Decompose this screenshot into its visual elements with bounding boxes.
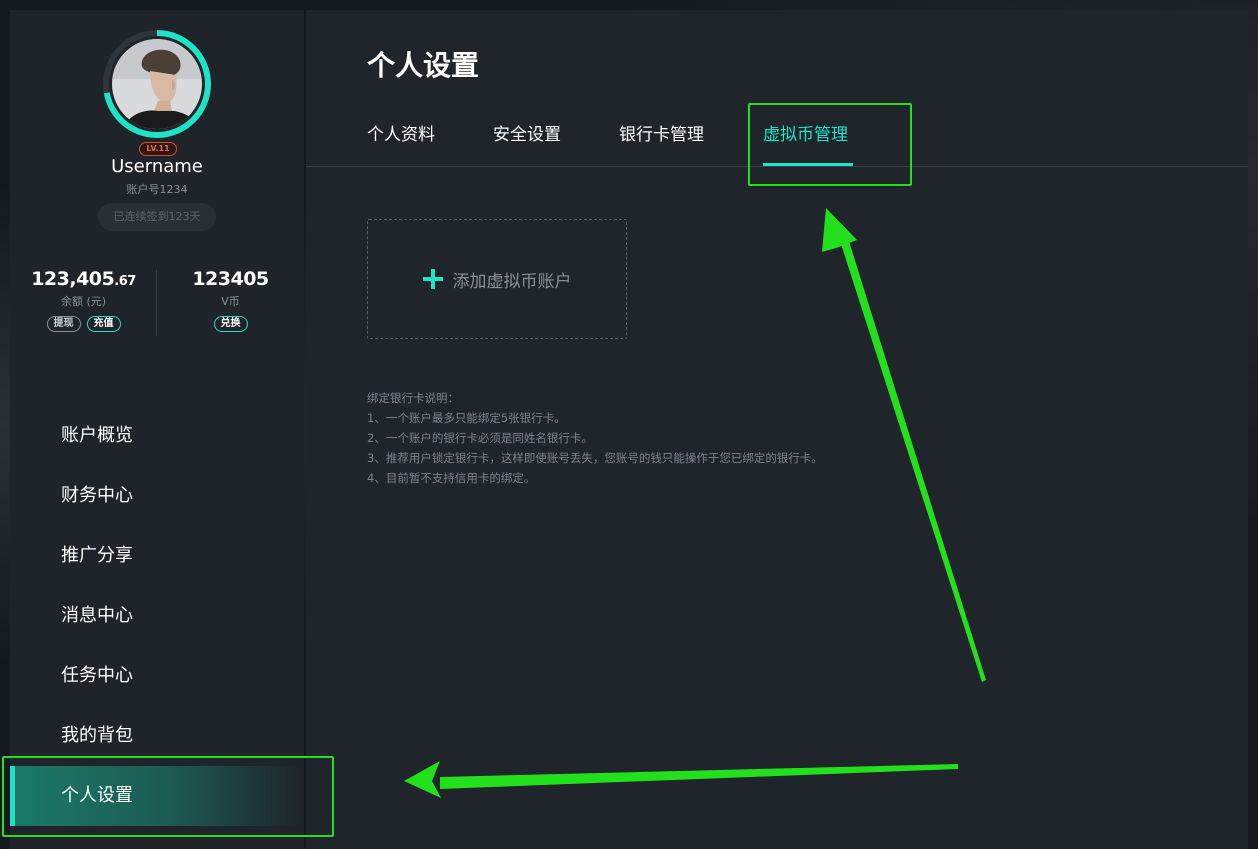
recharge-button[interactable]: 充值 [86,316,121,332]
sidebar-item-finance-center[interactable]: 财务中心 [10,466,304,526]
vcoin-label: V币 [221,295,240,308]
tab-highlight-box [748,103,912,186]
tab-profile[interactable]: 个人资料 [367,120,435,145]
avatar-progress-ring [103,30,211,138]
notes-heading: 绑定银行卡说明： [367,391,459,405]
page-title: 个人设置 [367,49,480,82]
sidebar-item-account-overview[interactable]: 账户概览 [10,406,304,466]
notes-line: 4、目前暂不支持信用卡的绑定。 [367,471,536,485]
sidebar-item-message-center[interactable]: 消息中心 [10,586,304,646]
sidebar-item-task-center[interactable]: 任务中心 [10,646,304,706]
exchange-button[interactable]: 兑换 [213,316,248,332]
level-badge: LV.11 [139,142,177,156]
notes-line: 2、一个账户的银行卡必须是同姓名银行卡。 [367,431,593,445]
sidebar: LV.11 Username 账户号1234 已连续签到123天 123,405… [10,10,304,849]
notes-line: 1、一个账户最多只能绑定5张银行卡。 [367,411,566,425]
vcoin-stat: 123405 V币 兑换 [157,268,304,332]
notes-line: 3、推荐用户锁定银行卡，这样即使账号丢失，您账号的钱只能操作于您已绑定的银行卡。 [367,451,823,465]
bank-card-notes: 绑定银行卡说明： 1、一个账户最多只能绑定5张银行卡。 2、一个账户的银行卡必须… [367,388,823,488]
username: Username [111,156,203,177]
tab-security[interactable]: 安全设置 [493,120,561,145]
withdraw-button[interactable]: 提现 [46,316,81,332]
sidebar-item-promotion-share[interactable]: 推广分享 [10,526,304,586]
account-number: 账户号1234 [126,183,188,196]
balance-label: 余额 (元) [60,295,107,308]
vcoin-value: 123405 [192,268,269,290]
avatar[interactable] [112,39,202,129]
add-account-label: 添加虚拟币账户 [452,271,572,292]
balance-stat: 123,405.67 余额 (元) 提现 充值 [10,268,157,332]
nav-highlight-box [2,756,334,837]
signin-streak-button[interactable]: 已连续签到123天 [98,203,216,231]
tab-bank-cards[interactable]: 银行卡管理 [619,120,704,145]
add-virtual-currency-account-button[interactable]: 添加虚拟币账户 [367,219,627,339]
balance-value: 123,405.67 [31,268,136,290]
plus-icon [422,269,443,289]
